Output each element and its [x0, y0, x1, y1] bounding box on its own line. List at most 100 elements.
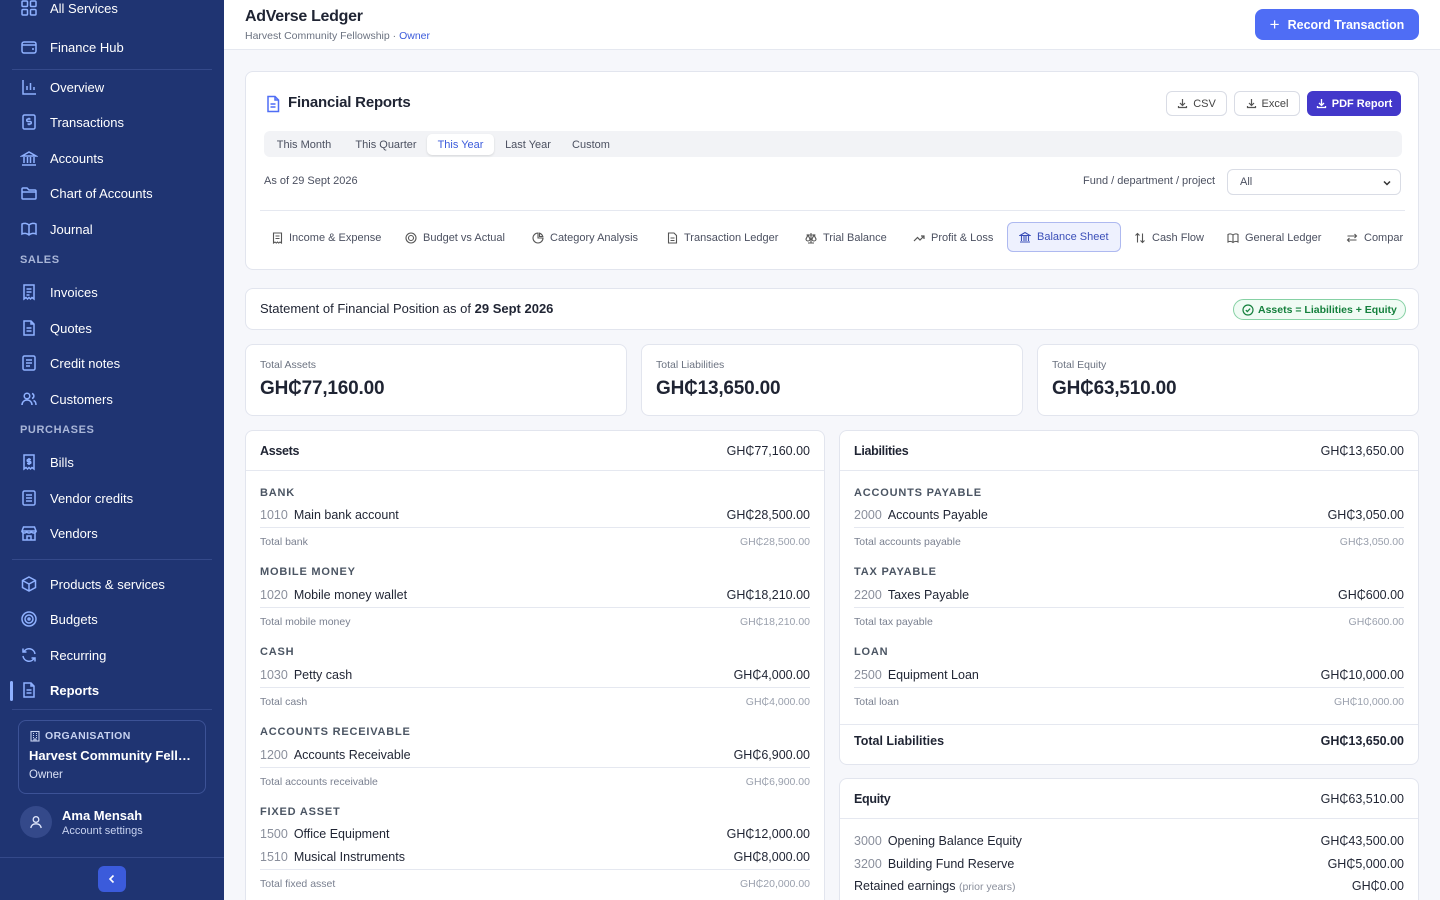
- report-tab-trial-balance[interactable]: Trial Balance: [805, 223, 887, 253]
- divider: [0, 857, 224, 858]
- users-icon: [21, 392, 37, 406]
- subtotal-amount: GH₵3,050.00: [1339, 536, 1404, 548]
- file-icon: [23, 320, 35, 336]
- nav-label: Vendor credits: [50, 490, 134, 506]
- statement-date: 29 Sept 2026: [474, 301, 554, 316]
- bank-icon: [1019, 231, 1031, 243]
- section-title: Assets: [260, 444, 300, 458]
- account-settings-link[interactable]: Account settings: [62, 825, 143, 837]
- fund-filter-select[interactable]: All: [1227, 169, 1401, 195]
- subtotal-row: Total accounts receivable GH₵6,900.00: [260, 776, 810, 788]
- report-tab-comparison[interactable]: Compar: [1346, 223, 1403, 253]
- sidebar-item-reports[interactable]: Reports: [20, 676, 99, 704]
- total-liabilities-card: Total Liabilities GH₵13,650.00: [641, 344, 1023, 416]
- report-tab-balance-sheet[interactable]: Balance Sheet: [1007, 222, 1121, 252]
- retained-earnings-row: Retained earnings (prior years) GH₵0.00: [854, 879, 1404, 897]
- sidebar-item-bills[interactable]: Bills: [20, 448, 74, 476]
- download-icon: [1246, 99, 1256, 109]
- report-tab-profit-loss[interactable]: Profit & Loss: [913, 223, 993, 253]
- report-tab-budget-vs-actual[interactable]: Budget vs Actual: [405, 223, 505, 253]
- grid-icon: [21, 0, 37, 16]
- equity-header: Equity GH₵63,510.00: [840, 779, 1418, 819]
- account-code: 1020: [260, 588, 288, 602]
- account-row[interactable]: 2200 Taxes Payable GH₵600.00: [854, 588, 1404, 608]
- nav-label: Credit notes: [50, 355, 121, 371]
- account-amount: GH₵5,000.00: [1327, 857, 1404, 871]
- group-heading: BANK: [260, 487, 295, 499]
- tab-label: Balance Sheet: [1037, 231, 1109, 243]
- check-circle-icon: [1242, 303, 1254, 316]
- organisation-card[interactable]: ORGANISATION Harvest Community Fello... …: [18, 720, 206, 794]
- sidebar-item-chart-of-accounts[interactable]: Chart of Accounts: [20, 179, 153, 207]
- sidebar-item-credit-notes[interactable]: Credit notes: [20, 349, 120, 377]
- report-tab-general-ledger[interactable]: General Ledger: [1227, 223, 1321, 253]
- report-tab-transaction-ledger[interactable]: Transaction Ledger: [667, 223, 778, 253]
- report-tab-category-analysis[interactable]: Category Analysis: [532, 223, 638, 253]
- account-row[interactable]: 1010 Main bank account GH₵28,500.00: [260, 508, 810, 528]
- sidebar-item-customers[interactable]: Customers: [20, 385, 113, 413]
- export-excel-button[interactable]: Excel: [1234, 91, 1300, 116]
- account-row[interactable]: 1200 Accounts Receivable GH₵6,900.00: [260, 748, 810, 768]
- total-amount: GH₵13,650.00: [1320, 734, 1404, 748]
- sidebar-item-recurring[interactable]: Recurring: [20, 641, 106, 669]
- sidebar-item-products[interactable]: Products & services: [20, 570, 165, 598]
- sidebar-item-journal[interactable]: Journal: [20, 215, 93, 243]
- subtotal-label: Total loan: [854, 696, 899, 708]
- nav-label: Accounts: [50, 150, 104, 166]
- tab-this-quarter[interactable]: This Quarter: [346, 134, 426, 155]
- role-link[interactable]: Owner: [399, 30, 430, 42]
- report-tab-income-expense[interactable]: Income & Expense: [272, 223, 381, 253]
- statement-title: Statement of Financial Position as of 29…: [260, 301, 553, 316]
- account-row[interactable]: 1030 Petty cash GH₵4,000.00: [260, 668, 810, 688]
- subtotal-label: Total cash: [260, 696, 308, 708]
- plus-icon: +: [1269, 14, 1280, 34]
- record-transaction-button[interactable]: + Record Transaction: [1255, 9, 1419, 40]
- sidebar-item-transactions[interactable]: Transactions: [20, 108, 124, 136]
- nav-label: Finance Hub: [50, 39, 124, 55]
- group-heading: TAX PAYABLE: [854, 566, 937, 578]
- sidebar-item-vendor-credits[interactable]: Vendor credits: [20, 484, 133, 512]
- account-name: Building Fund Reserve: [887, 857, 1015, 871]
- tab-last-year[interactable]: Last Year: [498, 134, 558, 155]
- top-header: AdVerse Ledger Harvest Community Fellows…: [224, 0, 1440, 50]
- account-row[interactable]: 1500 Office Equipment GH₵12,000.00: [260, 827, 810, 845]
- total-label: Total Liabilities: [656, 359, 725, 371]
- pie-chart-icon: [532, 232, 544, 244]
- group-heading: ACCOUNTS PAYABLE: [854, 487, 982, 499]
- sidebar-item-budgets[interactable]: Budgets: [20, 605, 98, 633]
- account-row[interactable]: 3200 Building Fund Reserve GH₵5,000.00: [854, 857, 1404, 875]
- nav-all-services[interactable]: All Services: [20, 0, 118, 22]
- sidebar-item-quotes[interactable]: Quotes: [20, 314, 92, 342]
- folder-icon: [21, 187, 37, 200]
- section-heading-purchases: PURCHASES: [20, 424, 95, 436]
- dollar-doc-icon: [22, 114, 36, 130]
- org-label: ORGANISATION: [45, 730, 131, 742]
- nav-finance-hub[interactable]: Finance Hub: [20, 33, 124, 61]
- collapse-sidebar-button[interactable]: [98, 866, 126, 892]
- tab-custom[interactable]: Custom: [563, 134, 619, 155]
- account-row[interactable]: 1020 Mobile money wallet GH₵18,210.00: [260, 588, 810, 608]
- export-pdf-button[interactable]: PDF Report: [1307, 91, 1401, 116]
- sidebar-item-vendors[interactable]: Vendors: [20, 519, 98, 547]
- total-label: Total Liabilities: [854, 734, 945, 748]
- credit-icon: [22, 490, 36, 506]
- page-title: Financial Reports: [288, 94, 411, 111]
- sidebar-item-accounts[interactable]: Accounts: [20, 144, 103, 172]
- sidebar: All Services Finance Hub Overview Transa…: [0, 0, 224, 900]
- account-row[interactable]: 3000 Opening Balance Equity GH₵43,500.00: [854, 834, 1404, 852]
- account-row[interactable]: 1510 Musical Instruments GH₵8,000.00: [260, 850, 810, 870]
- account-row[interactable]: 2000 Accounts Payable GH₵3,050.00: [854, 508, 1404, 528]
- tab-this-year[interactable]: This Year: [427, 134, 494, 155]
- report-tab-cash-flow[interactable]: Cash Flow: [1134, 223, 1204, 253]
- account-row[interactable]: 2500 Equipment Loan GH₵10,000.00: [854, 668, 1404, 688]
- user-profile[interactable]: Ama Mensah Account settings: [20, 806, 143, 838]
- tab-this-month[interactable]: This Month: [268, 134, 340, 155]
- swap-vertical-icon: [1135, 232, 1145, 244]
- nav-label: Journal: [50, 221, 93, 237]
- user-icon: [30, 816, 42, 829]
- sidebar-item-overview[interactable]: Overview: [20, 73, 104, 101]
- bank-icon: [20, 151, 38, 166]
- sidebar-item-invoices[interactable]: Invoices: [20, 278, 98, 306]
- export-csv-button[interactable]: CSV: [1166, 91, 1227, 116]
- divider: [12, 559, 212, 560]
